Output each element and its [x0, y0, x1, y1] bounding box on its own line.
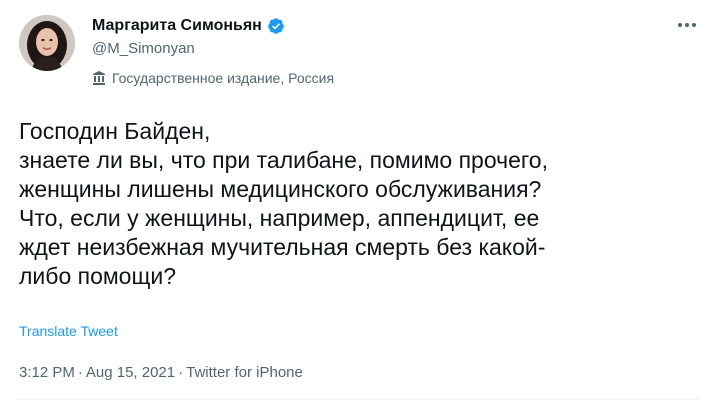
tweet-text-line: женщины лишены медицинского обслуживания… — [19, 176, 542, 202]
government-building-icon — [92, 70, 106, 86]
author-display-name[interactable]: Маргарита Симоньян — [92, 17, 262, 35]
tweet-card: Маргарита Симоньян @M_Simonyan Государст… — [0, 0, 718, 404]
more-dots-icon — [678, 23, 696, 27]
divider — [19, 399, 699, 400]
tweet-text-line: Господин Байден, — [19, 118, 211, 144]
separator-dot: · — [77, 364, 83, 381]
avatar[interactable] — [19, 15, 75, 71]
verified-badge-icon — [267, 17, 285, 35]
tweet-text-line: знаете ли вы, что при талибане, помимо п… — [19, 147, 548, 173]
tweet-date[interactable]: Aug 15, 2021 — [86, 364, 175, 381]
state-media-label-text: Государственное издание, Россия — [112, 70, 335, 86]
author-name-row: Маргарита Симоньян — [92, 15, 285, 37]
tweet-time[interactable]: 3:12 PM — [19, 364, 75, 381]
separator-dot: · — [178, 364, 184, 381]
avatar-image — [19, 15, 75, 71]
tweet-text: Господин Байден, знаете ли вы, что при т… — [19, 117, 699, 291]
tweet-text-line: Что, если у женщины, например, аппендици… — [19, 205, 540, 231]
more-options-button[interactable] — [674, 12, 700, 38]
tweet-metadata: 3:12 PM · Aug 15, 2021 · Twitter for iPhone — [19, 364, 303, 381]
tweet-text-line: либо помощи? — [19, 263, 177, 289]
author-handle[interactable]: @M_Simonyan — [92, 40, 195, 57]
tweet-text-line: ждет неизбежная мучительная смерть без к… — [19, 234, 546, 260]
state-media-label[interactable]: Государственное издание, Россия — [92, 70, 334, 86]
translate-tweet-link[interactable]: Translate Tweet — [19, 323, 118, 339]
tweet-source[interactable]: Twitter for iPhone — [186, 364, 303, 381]
